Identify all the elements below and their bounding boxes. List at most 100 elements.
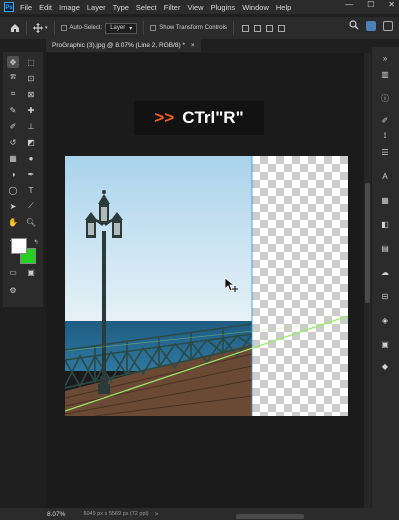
history-brush-tool-icon[interactable]: ↺ bbox=[7, 136, 19, 148]
dodge-tool-icon[interactable]: ◑ bbox=[7, 168, 19, 180]
close-tab-icon[interactable]: × bbox=[191, 42, 195, 49]
menu-select[interactable]: Select bbox=[136, 3, 157, 12]
document-info[interactable]: 6049 px x 5569 px (72 ppi) bbox=[83, 511, 148, 517]
align-left-icon[interactable] bbox=[241, 24, 249, 32]
menu-layer[interactable]: Layer bbox=[87, 3, 106, 12]
options-divider bbox=[143, 21, 145, 35]
hand-tool-icon[interactable]: ✋ bbox=[7, 216, 19, 228]
swatches-panel-icon[interactable]: ▦ bbox=[380, 195, 390, 205]
screen-mode-icon[interactable]: ▣ bbox=[25, 266, 37, 278]
vertical-scrollbar[interactable] bbox=[364, 53, 371, 508]
collapse-panels-icon[interactable]: » bbox=[380, 53, 390, 63]
document-tab-bar: ProGraphic (3).jpg @ 8.07% (Line 2, RGB/… bbox=[46, 39, 366, 52]
menu-window[interactable]: Window bbox=[242, 3, 269, 12]
layers-panel-icon[interactable]: ◆ bbox=[380, 361, 390, 371]
adjustment-layers-icon[interactable]: ▣ bbox=[380, 339, 390, 349]
caption-shortcut: CTrl"R" bbox=[182, 108, 244, 127]
options-bar: ▾ Auto-Select: Layer ▾ Show Transform Co… bbox=[0, 17, 399, 39]
lasso-tool-icon[interactable]: ⰿ bbox=[7, 72, 19, 84]
horizontal-scroll-thumb[interactable] bbox=[236, 514, 304, 519]
menu-file[interactable]: File bbox=[20, 3, 32, 12]
history-panel-icon[interactable]: ▥ bbox=[380, 69, 390, 79]
search-icon[interactable] bbox=[349, 20, 359, 32]
path-selection-tool-icon[interactable]: ➤ bbox=[7, 200, 19, 212]
frame-tool-icon[interactable]: ⊠ bbox=[25, 88, 37, 100]
align-center-icon[interactable] bbox=[253, 24, 261, 32]
chevron-down-icon: ▾ bbox=[129, 25, 133, 32]
menu-help[interactable]: Help bbox=[276, 3, 291, 12]
show-transform-checkbox[interactable] bbox=[150, 25, 157, 31]
crop-tool-icon[interactable]: ⌗ bbox=[7, 88, 19, 100]
move-tool-icon[interactable]: ✥ bbox=[7, 56, 19, 68]
align-right-icon[interactable] bbox=[265, 24, 273, 32]
menu-bar: Ps File Edit Image Layer Type Select Fil… bbox=[0, 0, 399, 14]
brush-tool-icon[interactable]: ✐ bbox=[7, 120, 19, 132]
vertical-scroll-thumb[interactable] bbox=[365, 183, 370, 303]
eraser-tool-icon[interactable]: ◩ bbox=[25, 136, 37, 148]
distribute-icon[interactable] bbox=[277, 24, 285, 32]
menu-type[interactable]: Type bbox=[113, 3, 129, 12]
options-divider bbox=[232, 21, 234, 35]
tools-panel: ✥ ⬚ ⰿ ⊡ ⌗ ⊠ ✎ ✚ ✐ ⊥ ↺ ◩ ▦ ● ◑ ✒ ◯ T ➤ ⟋ … bbox=[3, 52, 43, 307]
adjustments-icon[interactable]: ☰ bbox=[380, 147, 390, 157]
auto-select-checkbox[interactable] bbox=[60, 25, 67, 31]
healing-brush-tool-icon[interactable]: ✚ bbox=[25, 104, 37, 116]
info-panel-icon[interactable]: ⓘ bbox=[380, 93, 390, 103]
gradient-tool-icon[interactable]: ▦ bbox=[7, 152, 19, 164]
document-tab[interactable]: ProGraphic (3).jpg @ 8.07% (Line 2, RGB/… bbox=[46, 39, 201, 52]
status-arrow-icon[interactable]: > bbox=[155, 511, 159, 518]
discover-icon[interactable] bbox=[366, 21, 376, 31]
menu-edit[interactable]: Edit bbox=[39, 3, 52, 12]
libraries-panel-icon[interactable]: ☁ bbox=[380, 267, 390, 277]
swap-colors-icon[interactable]: ↰ bbox=[30, 236, 42, 248]
blur-tool-icon[interactable]: ● bbox=[25, 152, 37, 164]
properties-panel-icon[interactable]: ⊟ bbox=[380, 291, 390, 301]
auto-select-toggle[interactable]: Auto-Select: bbox=[60, 25, 103, 31]
pen-tool-icon[interactable]: ✒ bbox=[25, 168, 37, 180]
menu-view[interactable]: View bbox=[187, 3, 203, 12]
menu-filter[interactable]: Filter bbox=[164, 3, 181, 12]
gradients-panel-icon[interactable]: ◧ bbox=[380, 219, 390, 229]
clone-stamp-tool-icon[interactable]: ⊥ bbox=[25, 120, 37, 132]
minimize-button[interactable]: — bbox=[345, 0, 353, 9]
object-select-tool-icon[interactable]: ⊡ bbox=[25, 72, 37, 84]
type-tool-icon[interactable]: T bbox=[25, 184, 37, 196]
eyedropper-tool-icon[interactable]: ✎ bbox=[7, 104, 19, 116]
move-cursor-icon bbox=[224, 277, 239, 299]
channels-panel-icon[interactable]: ◈ bbox=[380, 315, 390, 325]
align-controls bbox=[241, 24, 285, 32]
edit-toolbar-icon[interactable]: ⚙ bbox=[7, 284, 19, 296]
tutorial-caption: >> CTrl"R" bbox=[134, 101, 264, 135]
home-icon[interactable] bbox=[10, 23, 20, 33]
menu-plugins[interactable]: Plugins bbox=[211, 3, 236, 12]
brush-settings-icon[interactable]: ✐ bbox=[380, 115, 390, 125]
paths-panel-icon[interactable]: ⟟ bbox=[380, 131, 390, 141]
auto-select-label: Auto-Select: bbox=[69, 25, 103, 31]
show-transform-label: Show Transform Controls bbox=[159, 25, 227, 31]
transparent-area bbox=[252, 156, 348, 416]
show-transform-toggle[interactable]: Show Transform Controls bbox=[150, 25, 227, 31]
share-icon[interactable] bbox=[383, 21, 393, 31]
lasso-path-tool-icon[interactable]: ◯ bbox=[7, 184, 19, 196]
close-window-button[interactable]: ✕ bbox=[388, 0, 395, 9]
photo-image bbox=[65, 156, 252, 416]
document-canvas[interactable] bbox=[65, 156, 348, 416]
shape-tool-icon[interactable]: ⟋ bbox=[25, 200, 37, 212]
photo-layer[interactable] bbox=[65, 156, 252, 416]
move-tool-icon[interactable]: ▾ bbox=[33, 23, 48, 33]
maximize-button[interactable]: ☐ bbox=[367, 0, 374, 9]
document-tab-title: ProGraphic (3).jpg @ 8.07% (Line 2, RGB/… bbox=[52, 42, 186, 49]
photoshop-logo-icon[interactable]: Ps bbox=[4, 2, 14, 12]
character-panel-icon[interactable]: A bbox=[380, 171, 390, 181]
zoom-tool-icon[interactable]: 🔍︎ bbox=[25, 216, 37, 228]
auto-select-dropdown[interactable]: Layer ▾ bbox=[105, 22, 138, 34]
artboard-tool-icon[interactable]: ⬚ bbox=[25, 56, 37, 68]
menu-image[interactable]: Image bbox=[59, 3, 80, 12]
options-divider bbox=[26, 21, 27, 35]
zoom-level[interactable]: 8.07% bbox=[47, 511, 65, 518]
patterns-panel-icon[interactable]: ▤ bbox=[380, 243, 390, 253]
chevron-down-icon[interactable]: ▾ bbox=[45, 25, 48, 31]
quick-mask-icon[interactable]: ▭ bbox=[7, 266, 19, 278]
right-panel-strip: » ▥ ⓘ ✐ ⟟ ☰ A ▦ ◧ ▤ ☁ ⊟ ◈ ▣ ◆ bbox=[372, 47, 399, 520]
foreground-color-swatch[interactable] bbox=[11, 238, 27, 254]
